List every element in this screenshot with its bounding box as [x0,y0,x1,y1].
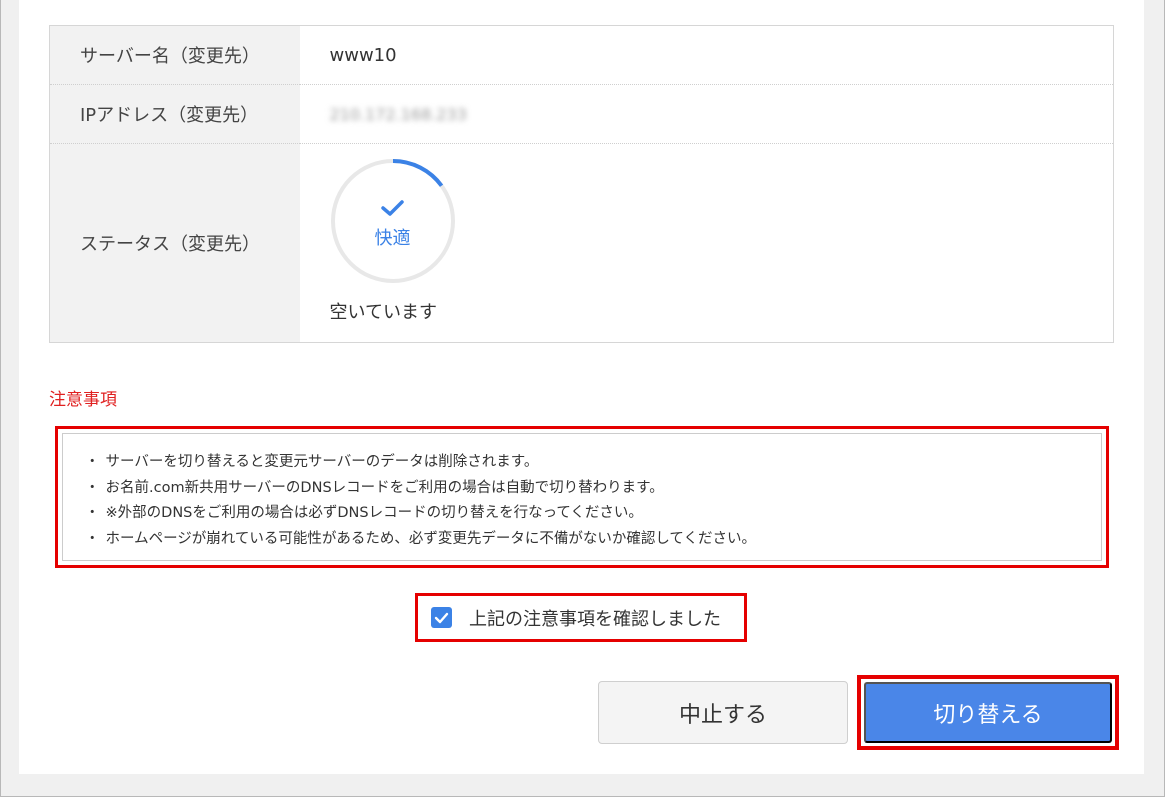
table-row: ステータス（変更先） 快適 空いています [49,143,1114,343]
main-panel: サーバー名（変更先） www10 IPアドレス（変更先） 210.172.168… [19,0,1144,774]
notice-item: お名前.com新共用サーバーのDNSレコードをご利用の場合は自動で切り替わります… [85,476,1101,502]
cancel-button[interactable]: 中止する [598,681,848,744]
notice-box: サーバーを切り替えると変更元サーバーのデータは削除されます。 お名前.com新共… [62,433,1102,561]
status-gauge-label: 快適 [374,228,411,249]
ip-address-label: IPアドレス（変更先） [49,84,300,144]
table-row: IPアドレス（変更先） 210.172.168.233 [49,84,1114,144]
notice-highlight-box: サーバーを切り替えると変更元サーバーのデータは削除されます。 お名前.com新共… [55,426,1109,568]
checkmark-icon [434,612,449,623]
server-info-table: サーバー名（変更先） www10 IPアドレス（変更先） 210.172.168… [49,25,1114,343]
status-cell: 快適 空いています [300,144,1114,343]
confirm-checkbox[interactable] [431,607,452,628]
server-name-label: サーバー名（変更先） [49,25,300,85]
status-label: ステータス（変更先） [49,143,300,343]
notice-item: ※外部のDNSをご利用の場合は必ずDNSレコードの切り替えを行なってください。 [85,501,1101,527]
confirm-label[interactable]: 上記の注意事項を確認しました [469,605,721,631]
confirm-checkbox-row[interactable]: 上記の注意事項を確認しました [415,593,747,642]
notice-item: サーバーを切り替えると変更元サーバーのデータは削除されます。 [85,450,1101,476]
ip-address-value: 210.172.168.233 [329,104,467,124]
check-icon [380,200,404,216]
notice-title: 注意事項 [49,390,117,410]
notice-item: ホームページが崩れている可能性があるため、必ず変更先データに不備がないか確認して… [85,527,1101,553]
status-gauge [330,159,455,283]
table-row: サーバー名（変更先） www10 [49,25,1114,85]
notice-list: サーバーを切り替えると変更元サーバーのデータは削除されます。 お名前.com新共… [85,450,1101,552]
switch-button[interactable]: 切り替える [864,682,1112,743]
switch-button-highlight: 切り替える [857,675,1119,750]
server-name-value: www10 [299,25,1114,85]
status-description: 空いています [329,302,437,323]
